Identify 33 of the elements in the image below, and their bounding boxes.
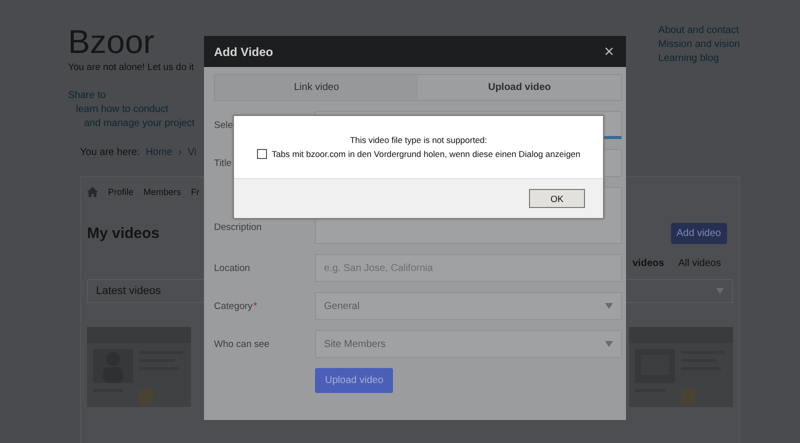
field-label: Who can see <box>214 338 270 350</box>
field-label: Category* <box>214 300 258 312</box>
field-label: Location <box>214 262 251 274</box>
field-label: Title <box>214 158 233 168</box>
upload-button[interactable]: Upload video <box>315 368 394 393</box>
sidebar-link[interactable]: Learning blog <box>658 52 740 66</box>
breadcrumb-item[interactable]: › <box>178 147 182 158</box>
alert-message: This video file type is not supported: <box>350 135 488 145</box>
dialog-title: Add Video <box>214 44 274 58</box>
ok-button[interactable]: OK <box>529 189 585 208</box>
breadcrumb-item[interactable]: Vi <box>188 147 196 158</box>
share-link[interactable]: and manage your project <box>68 117 196 131</box>
video-tab[interactable]: videos <box>632 258 664 269</box>
checkbox-label: Tabs mit bzoor.com in den Vordergrund holen, wenn diese einen Dialog anzeigen <box>272 149 580 159</box>
field-label: Description <box>214 221 263 233</box>
page-heading: My videos <box>87 225 160 242</box>
sidebar-link[interactable]: Mission and vision <box>658 38 740 52</box>
add-video-button[interactable]: Add video <box>670 223 727 244</box>
sidebar-link[interactable]: About and contact <box>658 24 740 38</box>
video-tab[interactable]: All videos <box>678 258 721 269</box>
breadcrumb-label: You are here: <box>80 147 140 158</box>
nav-item[interactable]: Profile <box>108 187 134 197</box>
breadcrumb-item[interactable]: Home <box>146 147 172 158</box>
dialog-tab[interactable]: Link video <box>215 75 418 100</box>
select-field[interactable]: General <box>315 292 622 320</box>
nav-item[interactable]: Fr <box>191 187 200 197</box>
share-link[interactable]: Share to <box>68 89 196 103</box>
select-field[interactable]: Site Members <box>315 330 622 358</box>
field-label: Sele <box>214 120 234 130</box>
nav-item[interactable]: Members <box>144 187 182 197</box>
tagline: You are not alone! Let us do it <box>68 62 195 73</box>
close-button[interactable]: × <box>602 42 616 62</box>
share-link[interactable]: learn how to conduct <box>68 103 196 117</box>
